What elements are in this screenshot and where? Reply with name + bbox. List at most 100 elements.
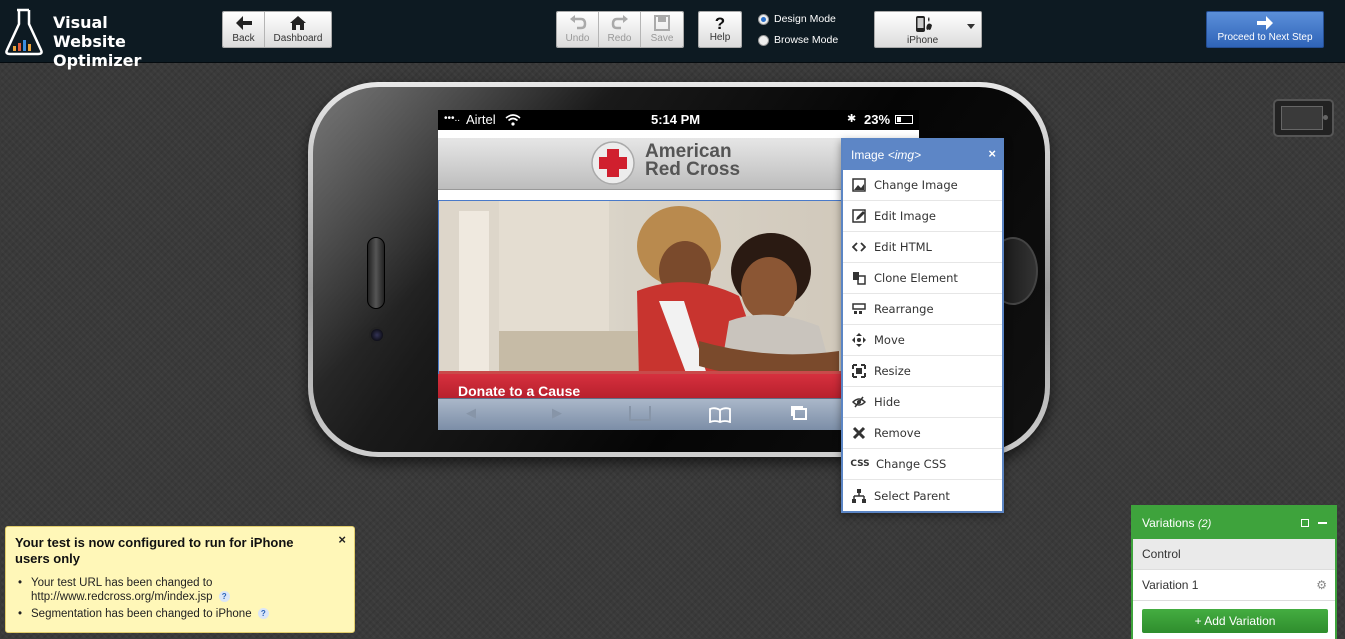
menu-item-label: Edit HTML (874, 240, 932, 254)
clock-label: 5:14 PM (651, 112, 701, 127)
notice-url: http://www.redcross.org/m/index.jsp (31, 591, 213, 603)
browse-mode-radio[interactable] (758, 34, 769, 46)
undo-button[interactable]: Undo (557, 12, 599, 47)
screen-white-strip (438, 130, 919, 138)
notice-panel: Your test is now configured to run for i… (5, 526, 355, 633)
design-mode-radio[interactable] (758, 13, 769, 25)
undo-label: Undo (565, 33, 590, 44)
variation-item-1[interactable]: Variation 1 ⚙ (1133, 570, 1335, 601)
context-menu-header: Image <img> × (843, 140, 1002, 170)
redo-button[interactable]: Redo (599, 12, 641, 47)
dashboard-label: Dashboard (273, 33, 323, 44)
close-icon[interactable]: × (338, 532, 346, 547)
menu-item-edit-html[interactable]: Edit HTML (843, 232, 1002, 263)
flask-logo-icon (5, 8, 43, 56)
top-toolbar: Visual Website Optimizer Back Dashboard … (0, 0, 1345, 70)
menu-item-edit-image[interactable]: Edit Image (843, 201, 1002, 232)
proceed-label: Proceed to Next Step (1217, 32, 1313, 43)
browse-mode-label: Browse Mode (774, 34, 839, 46)
menu-item-change-css[interactable]: CSS Change CSS (843, 449, 1002, 480)
device-label: iPhone (907, 35, 939, 46)
rotate-device-icon[interactable] (1273, 99, 1334, 137)
variations-count: (2) (1197, 518, 1212, 530)
menu-item-change-image[interactable]: Change Image (843, 170, 1002, 201)
carrier-label: Airtel (466, 112, 496, 127)
rearrange-icon (851, 301, 867, 317)
element-context-menu: Image <img> × Change Image Edit Image Ed… (841, 138, 1004, 513)
redo-icon (611, 15, 628, 30)
help-button[interactable]: ? Help (699, 12, 741, 47)
menu-item-remove[interactable]: Remove (843, 418, 1002, 449)
back-button[interactable]: Back (223, 12, 265, 47)
design-mode-label: Design Mode (774, 13, 836, 25)
home-icon (290, 16, 306, 30)
variations-header: Variations (2) (1133, 507, 1335, 539)
battery-icon (895, 115, 913, 124)
menu-item-label: Edit Image (874, 209, 936, 223)
phone-camera (369, 327, 385, 343)
notice-list: Your test URL has been changed to http:/… (15, 576, 345, 621)
undo-icon (569, 15, 586, 30)
remove-icon (851, 425, 867, 441)
menu-item-resize[interactable]: Resize (843, 356, 1002, 387)
back-label: Back (232, 33, 255, 44)
help-label: Help (709, 32, 731, 43)
close-icon[interactable]: × (988, 146, 996, 161)
bluetooth-icon: ✱ (847, 113, 857, 125)
help-icon[interactable]: ? (218, 591, 230, 603)
browse-mode-option[interactable]: Browse Mode (758, 34, 838, 46)
battery-label: 23% (864, 112, 891, 127)
device-select[interactable]: iPhone (874, 11, 982, 48)
add-variation-button[interactable]: + Add Variation (1142, 609, 1328, 633)
ios-status-bar: •••.. Airtel 5:14 PM ✱ 23% (438, 110, 919, 130)
chevron-down-icon (967, 24, 975, 29)
red-cross-logo-icon (591, 141, 635, 185)
logo-line2: Optimizer (53, 51, 142, 70)
css-icon: CSS (850, 459, 870, 469)
question-icon: ? (714, 14, 726, 33)
menu-item-clone-element[interactable]: Clone Element (843, 263, 1002, 294)
nav-button-group: Back Dashboard (222, 11, 332, 48)
context-menu-tag: <img> (887, 148, 922, 162)
arrow-right-icon (1257, 16, 1273, 30)
hide-icon (851, 394, 867, 410)
save-button[interactable]: Save (641, 12, 683, 47)
menu-item-label: Change Image (874, 178, 958, 192)
tabs-icon (793, 408, 807, 420)
donate-text: Donate to a Cause (458, 383, 581, 399)
menu-item-label: Remove (874, 426, 921, 440)
notice-item: Your test URL has been changed to http:/… (15, 576, 345, 604)
move-icon (851, 332, 867, 348)
iphone-icon (916, 16, 932, 32)
menu-item-label: Rearrange (874, 302, 934, 316)
dashboard-button[interactable]: Dashboard (265, 12, 331, 47)
variation-item-control[interactable]: Control (1133, 539, 1335, 570)
change-image-icon (851, 177, 867, 193)
help-icon[interactable]: ? (257, 608, 269, 620)
resize-icon (851, 363, 867, 379)
gear-icon[interactable]: ⚙ (1316, 578, 1327, 592)
edit-image-icon (851, 208, 867, 224)
redo-label: Redo (607, 33, 632, 44)
back-arrow-icon: ◀ (466, 406, 476, 421)
save-label: Save (650, 33, 674, 44)
design-mode-option[interactable]: Design Mode (758, 13, 836, 25)
logo: Visual Website Optimizer (4, 8, 174, 70)
menu-item-label: Move (874, 333, 905, 347)
bookmarks-icon (709, 407, 731, 423)
menu-item-hide[interactable]: Hide (843, 387, 1002, 418)
menu-item-rearrange[interactable]: Rearrange (843, 294, 1002, 325)
proceed-button[interactable]: Proceed to Next Step (1206, 11, 1324, 48)
notice-line1: Your test URL has been changed to (31, 577, 213, 589)
code-icon (851, 239, 867, 255)
menu-item-select-parent[interactable]: Select Parent (843, 480, 1002, 511)
variations-panel: Variations (2) Control Variation 1 ⚙ + A… (1131, 505, 1337, 639)
menu-item-move[interactable]: Move (843, 325, 1002, 356)
variation-label: Variation 1 (1142, 578, 1199, 592)
wifi-icon (505, 114, 521, 126)
maximize-icon[interactable] (1301, 519, 1309, 527)
minimize-icon[interactable] (1318, 522, 1327, 524)
arrow-left-icon (235, 16, 252, 30)
menu-item-label: Clone Element (874, 271, 958, 285)
menu-item-label: Change CSS (876, 457, 947, 471)
